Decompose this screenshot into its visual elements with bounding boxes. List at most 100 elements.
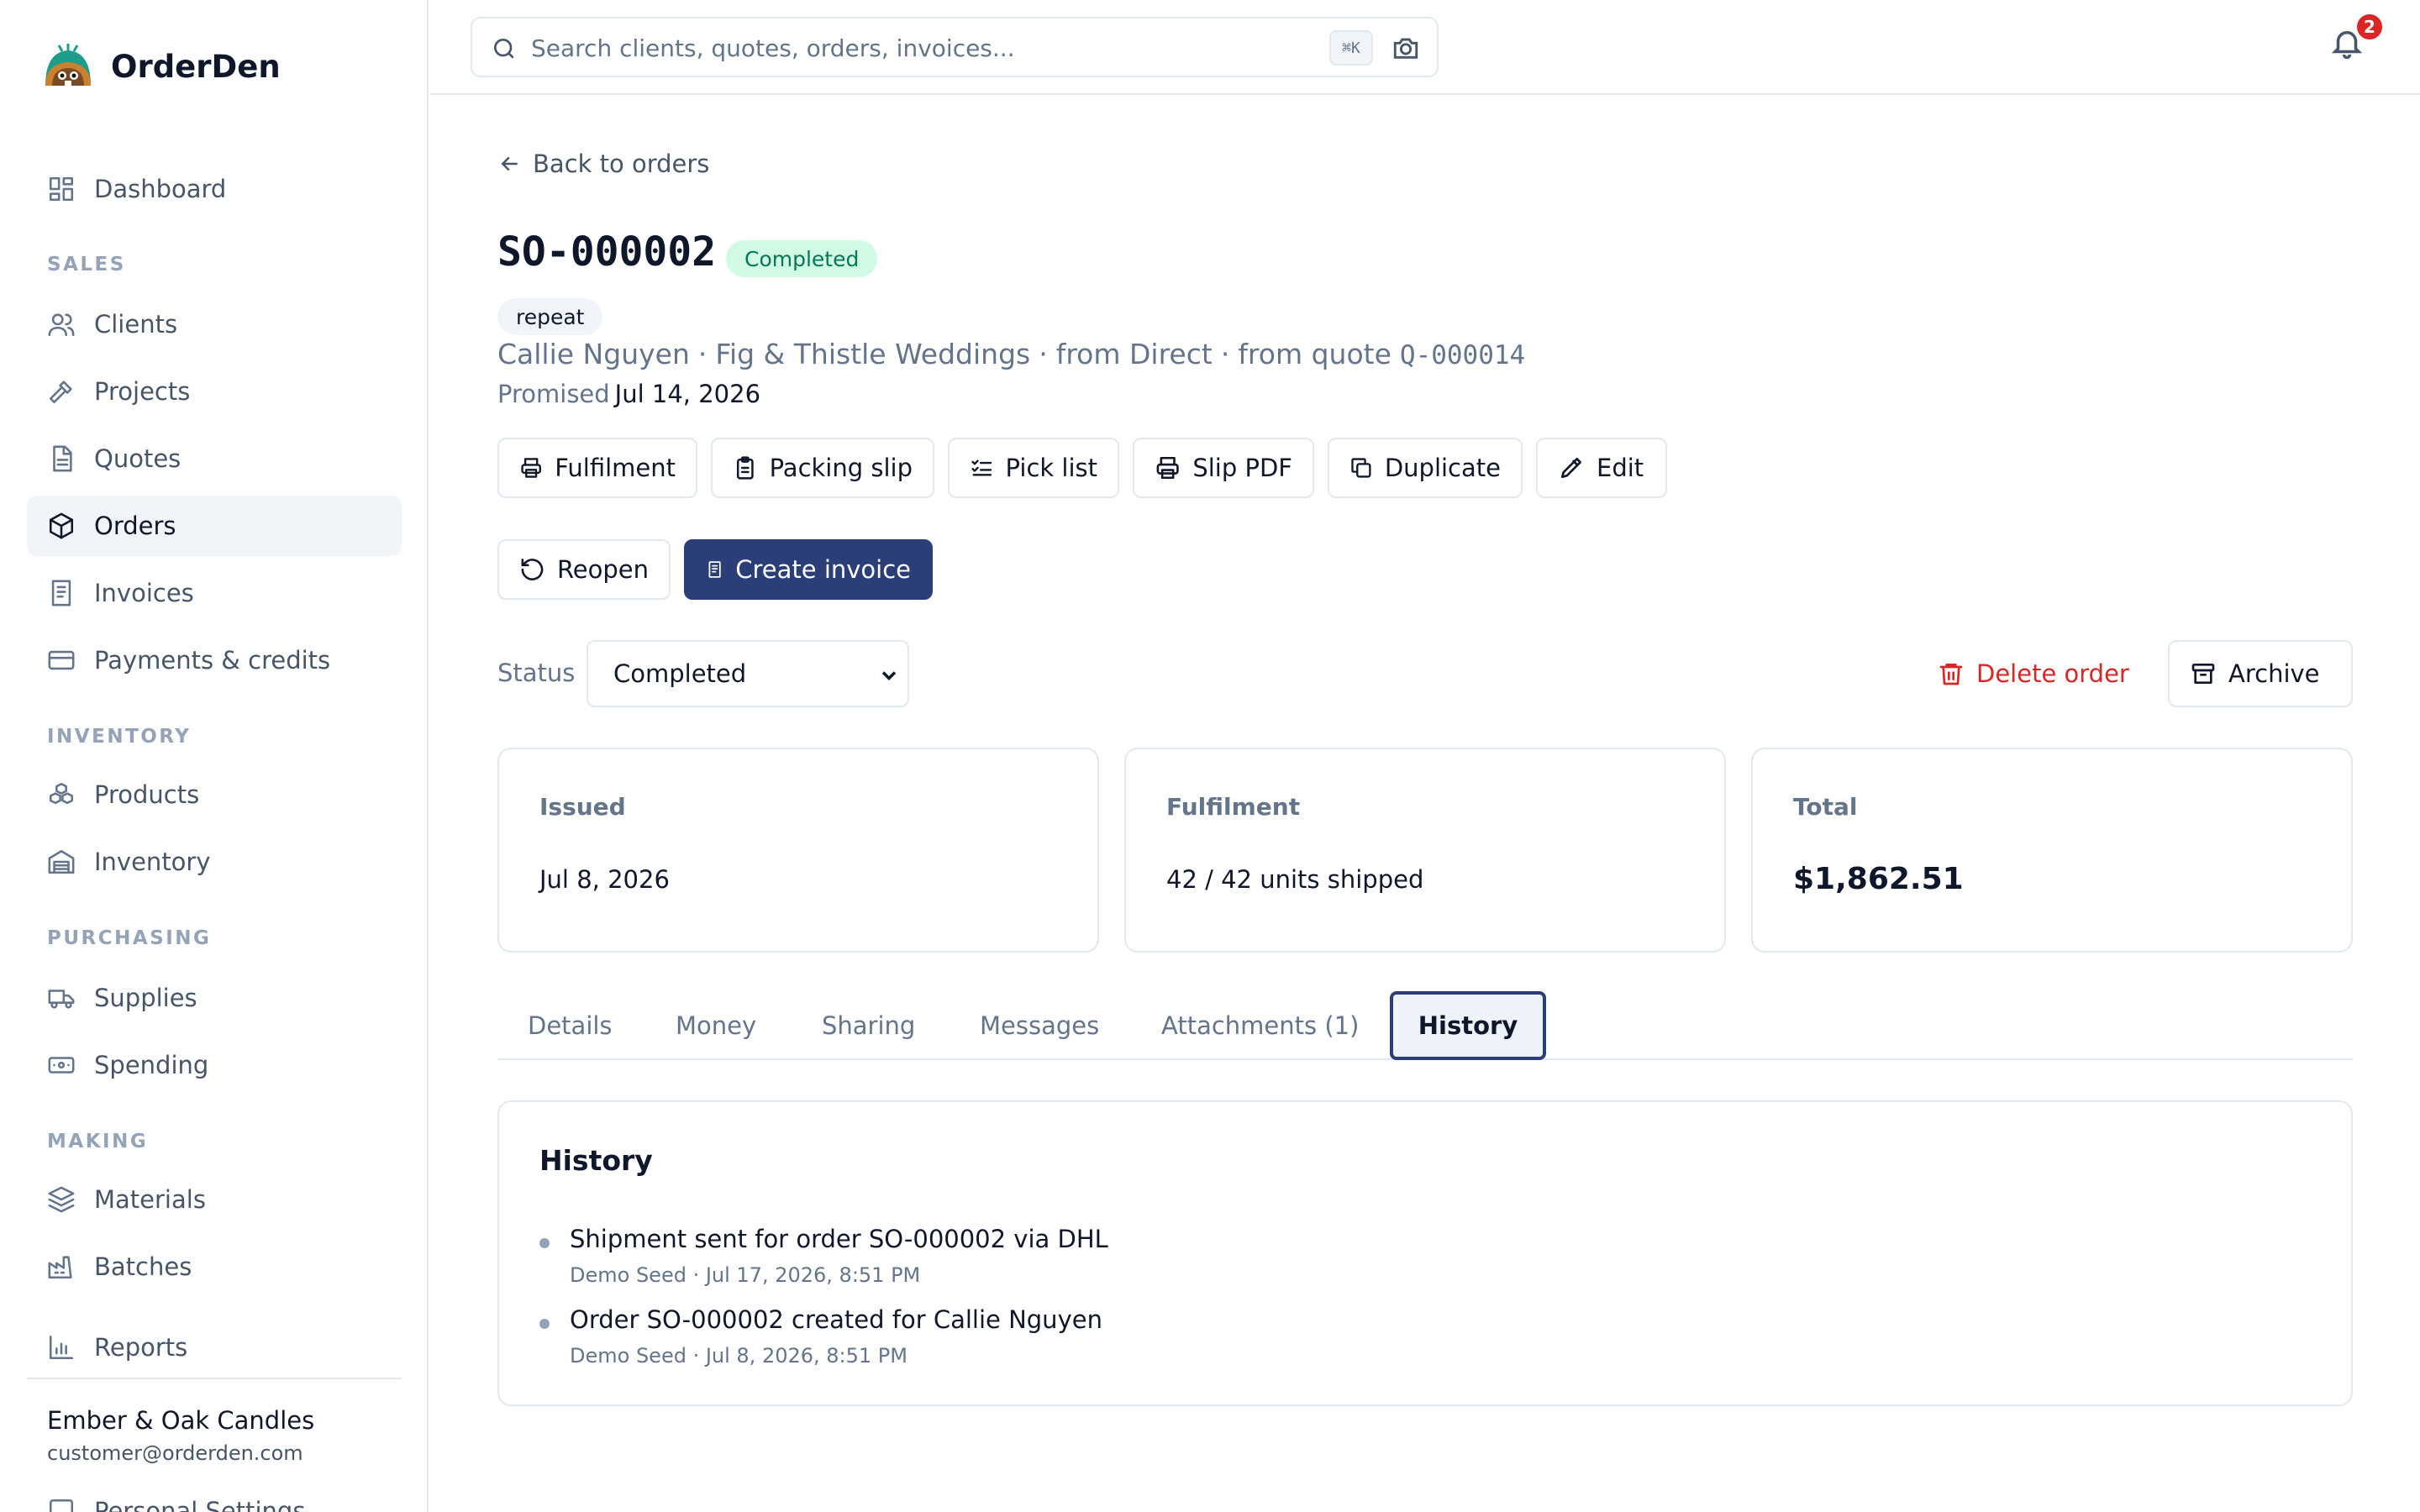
status-select[interactable]: Completed xyxy=(587,640,909,707)
tab-money[interactable]: Money xyxy=(676,991,756,1060)
sidebar-item-invoices[interactable]: Invoices xyxy=(27,563,402,623)
button-label: Slip PDF xyxy=(1192,454,1292,482)
sidebar-item-spending[interactable]: Spending xyxy=(27,1035,402,1095)
separator: · xyxy=(697,338,708,370)
nav-section-inventory: INVENTORY xyxy=(47,726,192,748)
issued-card: Issued Jul 8, 2026 xyxy=(497,748,1099,953)
client-name[interactable]: Callie Nguyen xyxy=(497,338,690,370)
sidebar-item-label: Quotes xyxy=(94,444,182,473)
button-label: Packing slip xyxy=(769,454,913,482)
arrow-left-icon xyxy=(501,156,518,171)
sidebar-item-supplies[interactable]: Supplies xyxy=(27,968,402,1028)
reopen-button[interactable]: Reopen xyxy=(497,539,671,600)
button-label: Pick list xyxy=(1005,454,1097,482)
sidebar-item-projects[interactable]: Projects xyxy=(27,361,402,422)
sidebar-item-batches[interactable]: Batches xyxy=(27,1236,402,1297)
tab-details[interactable]: Details xyxy=(528,991,613,1060)
sidebar-item-label: Inventory xyxy=(94,848,211,876)
edit-button[interactable]: Edit xyxy=(1536,438,1667,498)
promised-date: Promised Jul 14, 2026 xyxy=(497,380,760,408)
packing-slip-button[interactable]: Packing slip xyxy=(711,438,934,498)
company-name[interactable]: Fig & Thistle Weddings xyxy=(715,338,1030,370)
history-entry-text: Order SO-000002 created for Callie Nguye… xyxy=(570,1305,1102,1334)
sidebar-item-label: Batches xyxy=(94,1252,192,1281)
button-label: Reopen xyxy=(556,555,649,584)
pick-list-button[interactable]: Pick list xyxy=(948,438,1119,498)
credit-card-icon xyxy=(47,646,76,675)
history-panel: History Shipment sent for order SO-00000… xyxy=(497,1100,2353,1406)
search-box[interactable]: ⌘K xyxy=(471,17,1439,77)
account-email: customer@orderden.com xyxy=(47,1441,303,1465)
document-icon xyxy=(47,444,76,473)
button-label: Archive xyxy=(2228,659,2320,688)
sidebar-item-payments[interactable]: Payments & credits xyxy=(27,630,402,690)
order-subtitle: Callie Nguyen · Fig & Thistle Weddings ·… xyxy=(497,338,1525,370)
archive-button[interactable]: Archive xyxy=(2168,640,2353,707)
card-label: Issued xyxy=(539,793,626,821)
camera-icon[interactable] xyxy=(1392,34,1422,64)
tag-chip: repeat xyxy=(497,298,603,335)
sidebar-divider xyxy=(27,1378,402,1379)
invoice-icon xyxy=(708,561,721,578)
duplicate-button[interactable]: Duplicate xyxy=(1328,438,1523,498)
sidebar-item-orders[interactable]: Orders xyxy=(27,496,402,556)
notifications-badge: 2 xyxy=(2354,12,2385,42)
orderden-logo-icon xyxy=(40,39,96,94)
sidebar-item-clients[interactable]: Clients xyxy=(27,294,402,354)
shortcut-hint: ⌘K xyxy=(1329,30,1373,66)
sidebar-item-dashboard[interactable]: Dashboard xyxy=(27,159,402,219)
fulfilment-button[interactable]: Fulfilment xyxy=(497,438,697,498)
history-title: History xyxy=(539,1144,653,1177)
boxes-icon xyxy=(47,780,76,809)
slip-pdf-button[interactable]: Slip PDF xyxy=(1133,438,1314,498)
search-input[interactable] xyxy=(531,29,1287,67)
warehouse-icon xyxy=(47,848,76,876)
settings-icon xyxy=(47,1497,76,1512)
sidebar-item-label: Orders xyxy=(94,512,176,540)
sidebar-item-personal-settings[interactable]: Personal Settings xyxy=(47,1497,305,1512)
sidebar-item-inventory[interactable]: Inventory xyxy=(27,832,402,892)
button-label: Fulfilment xyxy=(555,454,676,482)
clipboard-icon xyxy=(736,456,754,480)
fulfilment-card: Fulfilment 42 / 42 units shipped xyxy=(1124,748,1726,953)
sidebar-item-label: Dashboard xyxy=(94,175,227,203)
brand-name: OrderDen xyxy=(111,48,281,85)
create-invoice-button[interactable]: Create invoice xyxy=(684,539,933,600)
back-to-orders-link[interactable]: Back to orders xyxy=(497,150,709,178)
list-checks-icon xyxy=(971,459,992,476)
sidebar-item-reports[interactable]: Reports xyxy=(27,1317,402,1378)
box-icon xyxy=(47,512,76,540)
nav-section-purchasing: PURCHASING xyxy=(47,927,212,949)
receipt-icon xyxy=(47,579,76,607)
sidebar-item-label: Payments & credits xyxy=(94,646,331,675)
account-name: Ember & Oak Candles xyxy=(47,1406,315,1435)
chevron-down-icon xyxy=(881,671,897,680)
topbar: ⌘K 2 xyxy=(430,0,2420,95)
factory-icon xyxy=(47,1252,76,1281)
quote-link[interactable]: Q-000014 xyxy=(1400,340,1525,370)
order-source: from Direct xyxy=(1055,338,1213,370)
history-entry-meta: Demo Seed · Jul 8, 2026, 8:51 PM xyxy=(570,1344,908,1368)
button-label: Duplicate xyxy=(1384,454,1501,482)
history-entry-text: Shipment sent for order SO-000002 via DH… xyxy=(570,1225,1108,1253)
status-badge: Completed xyxy=(726,240,878,277)
nav-section-making: MAKING xyxy=(47,1131,149,1152)
tab-sharing[interactable]: Sharing xyxy=(822,991,915,1060)
brand[interactable]: OrderDen xyxy=(40,37,281,96)
tab-attachments[interactable]: Attachments (1) xyxy=(1161,991,1359,1060)
card-label: Total xyxy=(1793,793,1858,821)
sidebar-item-label: Invoices xyxy=(94,579,194,607)
promised-label: Promised xyxy=(497,380,610,408)
delete-order-button[interactable]: Delete order xyxy=(1938,654,2129,694)
sidebar-item-products[interactable]: Products xyxy=(27,764,402,825)
tab-history[interactable]: History xyxy=(1390,991,1546,1060)
page-title: SO-000002 xyxy=(497,228,717,276)
tab-bar: Details Money Sharing Messages Attachmen… xyxy=(497,991,2353,1060)
truck-icon xyxy=(47,984,76,1012)
quote-prefix: from quote xyxy=(1238,338,1392,370)
sidebar-item-quotes[interactable]: Quotes xyxy=(27,428,402,489)
dashboard-icon xyxy=(47,175,76,203)
sidebar-item-materials[interactable]: Materials xyxy=(27,1169,402,1230)
sidebar-item-label: Clients xyxy=(94,310,178,339)
tab-messages[interactable]: Messages xyxy=(980,991,1099,1060)
